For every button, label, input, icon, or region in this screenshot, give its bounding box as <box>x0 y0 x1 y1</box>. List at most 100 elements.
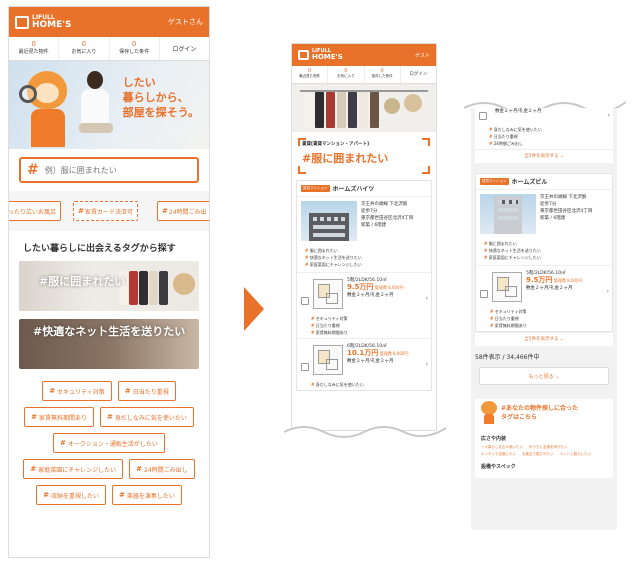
woman-photo <box>75 71 115 147</box>
tag-button[interactable]: # 身だしなみに気を使いたい <box>100 407 194 427</box>
room-row[interactable]: 5階/2LDK/56.10㎡ 9.5万円 管理費 8,000円 敷金２ヶ月/礼金… <box>297 272 431 313</box>
show-all-rooms-link[interactable]: 全5件を表示する ⌄ <box>475 149 613 163</box>
tag-button[interactable]: # 楽器を演奏したい <box>112 485 182 505</box>
hero-line: したい <box>122 76 156 89</box>
room-fee: 管理費 8,000円 <box>374 285 404 290</box>
screen-results-continued: 敷金２ヶ月/礼金２ヶ月 › 身だしなみに気を使いたい 日当たり重視 24時間ごみ… <box>471 108 617 530</box>
room-checkbox[interactable] <box>479 112 487 120</box>
chip-label: 24時間ごみ出 <box>168 208 207 216</box>
room-terms: 敷金２ヶ月/礼金２ヶ月 <box>495 109 542 114</box>
tag-banner-clothes[interactable]: #服に囲まれたい <box>19 261 199 311</box>
tag-chip-selected[interactable]: # 家賃カード決済可 <box>73 201 138 221</box>
site-logo[interactable]: LIFULL HOME'S <box>298 49 343 61</box>
room-checkbox[interactable] <box>480 290 488 298</box>
room-row[interactable]: 6階/2LDK/56.10㎡ 10.1万円 管理費 8,000円 敷金２ヶ月/礼… <box>297 338 431 379</box>
room-tag: 身だしなみに気を使いたい <box>311 381 427 388</box>
property-tag: 服に囲まれたい <box>305 247 427 254</box>
room-checkbox[interactable] <box>301 297 309 305</box>
walk-time: 徒歩7分 <box>361 209 378 214</box>
tag-button[interactable]: # 収納を重視したい <box>36 485 106 505</box>
tag-category-title: 設備やスペック <box>481 464 516 470</box>
station: 京王井の頭線 下北沢駅 <box>540 195 587 200</box>
nav-count: 0 <box>31 40 36 48</box>
property-tag: 服に囲まれたい <box>484 240 608 247</box>
tag-button[interactable]: # 家賃無料期間あり <box>24 407 94 427</box>
room-tag: 日当たり重視 <box>311 322 427 329</box>
nav-saved-conditions[interactable]: 0 保存した条件 <box>365 66 401 83</box>
property-tag: 快適なネット生活を送りたい <box>484 247 608 254</box>
tag-button[interactable]: # 家庭菜園にチャレンジしたい <box>23 459 124 479</box>
tag-banner-internet[interactable]: #快適なネット生活を送りたい <box>19 319 199 369</box>
category-tag[interactable]: おうちに友達を呼びたい <box>529 444 568 450</box>
category-tag[interactable]: お風呂で癒されたい <box>522 451 554 457</box>
nav-recent[interactable]: 0 最近見た物件 <box>292 66 329 83</box>
tag-label: 楽器を演奏したい <box>126 492 175 500</box>
nav-recent[interactable]: 0 最近見た物件 <box>9 37 60 60</box>
nav-count: 0 <box>131 40 137 48</box>
floor-plan-image <box>492 272 522 302</box>
tag-search-box[interactable]: # <box>19 157 199 183</box>
tag-suggestion-text: #あなたの物件探しに合った タグはこちら <box>501 404 578 422</box>
tag-chip[interactable]: ったり広いお風呂 <box>9 201 62 221</box>
tag-label: 日当たり重視 <box>132 388 169 396</box>
room-row[interactable]: 敷金２ヶ月/礼金２ヶ月 › <box>475 108 613 124</box>
hash-icon: # <box>43 491 49 499</box>
room-row[interactable]: 5階/2LDK/56.10㎡ 9.5万円 管理費 8,000円 敷金２ヶ月/礼金… <box>476 265 612 306</box>
tag-category-panel: 広さや内装 一人暮らしを広々使いたい おうちに友達を呼びたい キッチンで自慢した… <box>475 429 613 478</box>
logo-bottom-text: HOME'S <box>312 53 343 61</box>
room-tag: セキュリティ対策 <box>311 315 427 322</box>
nav-favorites[interactable]: 0 お気に入り <box>59 37 110 60</box>
section-title: したい暮らしに出会えるタグから探す <box>23 244 176 254</box>
nav-count: 0 <box>81 40 87 48</box>
hat-image <box>173 273 195 295</box>
room-fee: 管理費 8,000円 <box>379 351 409 356</box>
hash-icon: # <box>124 387 131 395</box>
login-link[interactable]: ログイン <box>160 37 209 60</box>
site-header: LIFULL HOME'S ゲスト <box>292 44 436 66</box>
property-info: 京王井の頭線 下北沢駅 徒歩7分 東京都世田谷区北沢4丁目 新築 / 6階建 <box>540 194 592 234</box>
tag-search-input[interactable] <box>44 165 185 175</box>
category-label: 賃貸[賃貸マンション・アパート] <box>302 142 370 147</box>
category-tag[interactable]: 一人暮らしを広々使いたい <box>481 444 523 450</box>
room-info: 5階/2LDK/56.10㎡ 9.5万円 管理費 8,000円 敷金２ヶ月/礼金… <box>526 270 583 292</box>
room-terms: 敷金２ヶ月/礼金２ヶ月 <box>526 286 573 291</box>
promo-line: あなたの物件探しに合った <box>506 405 579 412</box>
nav-saved-conditions[interactable]: 0 保存した条件 <box>110 37 160 60</box>
building-age: 新築 / 6階建 <box>540 216 566 221</box>
room-fee: 管理費 8,000円 <box>553 278 583 283</box>
room-checkbox[interactable] <box>301 363 309 371</box>
floor-plan-image <box>313 345 343 375</box>
tag-button[interactable]: # オークション・通販生活がしたい <box>53 433 165 453</box>
screen-top-page: LIFULL HOME'S ゲストさん 0 最近見た物件 0 お気に入り 0 保存した条… <box>8 6 210 558</box>
nav-favorites[interactable]: 0 お気に入り <box>328 66 365 83</box>
tag-button[interactable]: #24時間ごみ出し <box>129 459 195 479</box>
chevron-right-icon: › <box>425 295 428 302</box>
category-tag[interactable]: キッチンで自慢したい <box>481 451 516 457</box>
hash-icon: # <box>119 491 125 499</box>
hash-icon: # <box>27 162 39 178</box>
property-card: 賃貸マンション ホームズビル 京王井の頭線 下北沢駅 徒歩7分 東京都世田谷区北… <box>475 173 613 332</box>
site-logo[interactable]: LIFULL HOME'S <box>15 14 72 30</box>
result-count: 58件表示 / 34,466件中 <box>475 354 540 361</box>
tag-label: オークション・通販生活がしたい <box>67 440 158 448</box>
category-tag[interactable]: ペットと暮らしたい <box>560 451 592 457</box>
tag-category-title: 広さや内装 <box>481 436 507 442</box>
site-header: LIFULL HOME'S ゲストさん <box>9 7 209 37</box>
login-link[interactable]: ログイン <box>401 66 436 83</box>
show-all-rooms-link[interactable]: 全5件を表示する ⌄ <box>475 332 613 346</box>
building-photo[interactable] <box>480 194 536 234</box>
house-logo-icon <box>298 50 309 60</box>
tag-suggestion-banner[interactable]: #あなたの物件探しに合った タグはこちら <box>475 399 613 429</box>
tag-chip[interactable]: #24時間ごみ出 <box>157 201 209 221</box>
building-photo[interactable] <box>301 201 357 241</box>
tag-label: 家庭菜園にチャレンジしたい <box>38 466 117 474</box>
tag-button[interactable]: # セキュリティ対策 <box>42 381 112 401</box>
property-name[interactable]: ホームズハイツ <box>333 184 375 193</box>
tag-button[interactable]: # 日当たり重視 <box>117 381 176 401</box>
hero-line: 部屋を探そう。 <box>122 106 199 119</box>
load-more-button[interactable]: もっと見る ⌄ <box>479 367 609 385</box>
property-tag: 快適なネット生活を送りたい <box>305 254 427 261</box>
load-more-label: もっと見る <box>528 374 554 380</box>
property-name[interactable]: ホームズビル <box>512 177 548 186</box>
hash-icon: # <box>302 152 312 165</box>
